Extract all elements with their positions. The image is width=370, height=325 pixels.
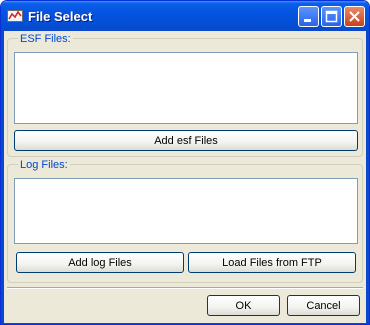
minimize-icon (304, 19, 311, 22)
close-button[interactable] (344, 6, 365, 27)
maximize-button[interactable] (321, 6, 342, 27)
cancel-button[interactable]: Cancel (287, 295, 360, 316)
title-bar[interactable]: File Select (1, 1, 369, 31)
maximize-icon (325, 10, 338, 23)
esf-files-group: ESF Files: Add esf Files (7, 33, 363, 157)
ok-button[interactable]: OK (207, 295, 280, 316)
footer-separator (7, 287, 363, 289)
window-frame-right (366, 31, 369, 324)
dialog-content: ESF Files: Add esf Files Log Files: Add … (4, 31, 366, 323)
chart-icon (7, 10, 23, 22)
window-title: File Select (28, 9, 93, 24)
close-icon (349, 11, 360, 22)
minimize-button[interactable] (298, 6, 319, 27)
add-esf-files-button[interactable]: Add esf Files (14, 130, 358, 151)
esf-files-list[interactable] (14, 52, 358, 124)
load-files-from-ftp-button[interactable]: Load Files from FTP (188, 252, 356, 273)
esf-files-label: ESF Files: (18, 33, 73, 45)
log-files-list[interactable] (14, 178, 358, 244)
add-log-files-button[interactable]: Add log Files (16, 252, 184, 273)
log-files-label: Log Files: (18, 159, 70, 171)
file-select-dialog: File Select ESF Files: Add esf Files Log… (0, 0, 370, 325)
log-files-group: Log Files: Add log Files Load Files from… (7, 159, 363, 283)
